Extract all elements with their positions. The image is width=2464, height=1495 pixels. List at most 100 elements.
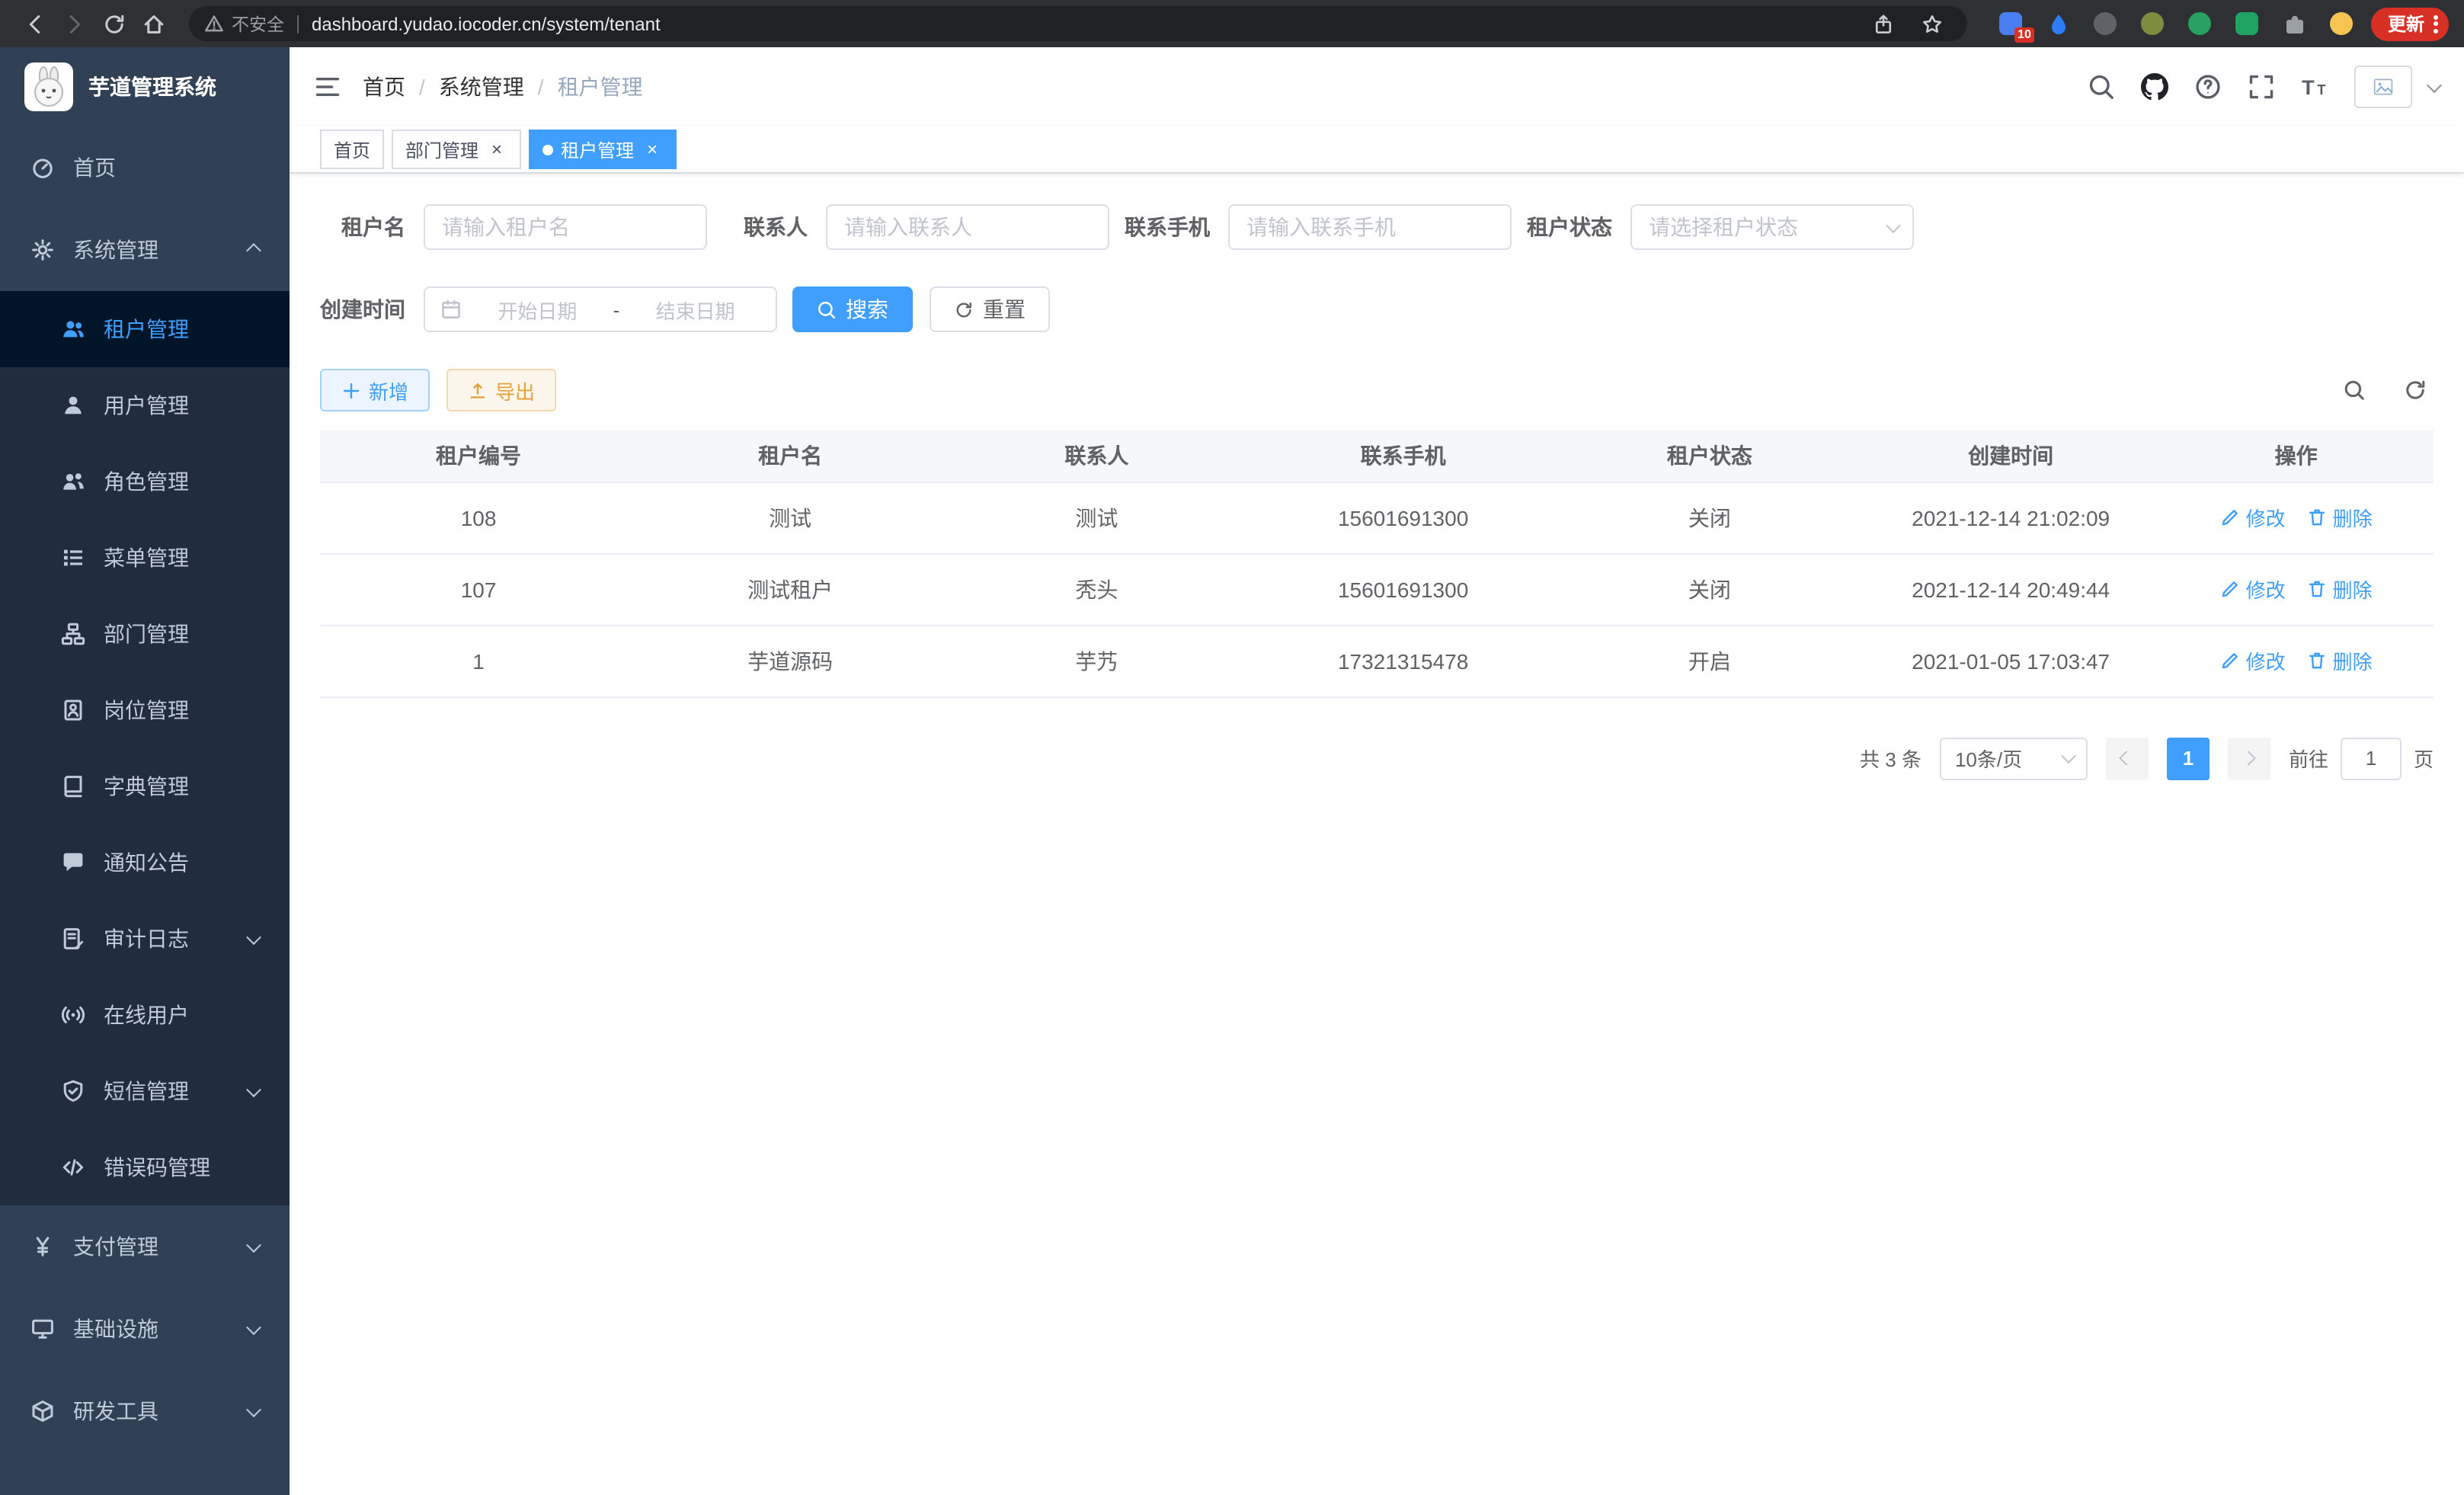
breadcrumb-item-system[interactable]: 系统管理 [439,72,524,102]
edit-link[interactable]: 修改 [2220,575,2286,603]
export-icon [468,380,488,400]
tenant-users-icon [61,317,85,341]
tenant-name-input[interactable] [424,204,707,250]
tab-tenant[interactable]: 租户管理 × [529,130,677,169]
sidebar-item-system[interactable]: 系统管理 [0,209,290,291]
github-icon[interactable] [2141,73,2168,101]
current-page-button[interactable]: 1 [2167,737,2210,780]
status-select-placeholder: 请选择租户状态 [1649,212,1888,242]
browser-profile-avatar[interactable] [2328,10,2356,37]
chevron-down-icon [246,1237,261,1252]
cell-tenant-name: 测试租户 [637,553,943,625]
avatar-caret-down-icon[interactable] [2427,77,2442,92]
sidebar-item-dept[interactable]: 部门管理 [0,596,290,672]
sidebar-item-post[interactable]: 岗位管理 [0,672,290,748]
cell-mobile: 15601691300 [1250,553,1557,625]
search-button[interactable]: 搜索 [792,287,913,332]
page-size-select[interactable]: 10条/页 [1940,737,2088,780]
sidebar-item-infra[interactable]: 基础设施 [0,1288,290,1370]
sidebar-item-sms[interactable]: 短信管理 [0,1053,290,1129]
sidebar-item-role[interactable]: 角色管理 [0,443,290,520]
refresh-table-icon[interactable] [2397,372,2434,408]
browser-forward-icon[interactable] [55,4,94,43]
tab-dept[interactable]: 部门管理 × [392,130,521,169]
sidebar-item-home[interactable]: 首页 [0,126,290,209]
sidebar-item-pay[interactable]: 支付管理 [0,1205,290,1288]
sidebar-item-online[interactable]: 在线用户 [0,977,290,1053]
sidebar-item-audit[interactable]: 审计日志 [0,901,290,977]
edit-pencil-icon [2220,507,2240,527]
filter-create-time: 创建时间 开始日期 - 结束日期 [320,287,777,332]
filter-mobile: 联系手机 [1125,204,1512,250]
shield-check-icon [61,1079,85,1103]
add-button[interactable]: 新增 [320,369,430,411]
contact-input[interactable] [826,204,1109,250]
share-icon[interactable] [1864,4,1903,43]
extension-icon-drop[interactable] [2045,10,2072,37]
browser-menu-kebab-icon [2434,12,2438,35]
tab-home[interactable]: 首页 [320,130,384,169]
delete-link[interactable]: 删除 [2307,575,2373,603]
gear-icon [30,238,55,262]
sidebar-item-tenant[interactable]: 租户管理 [0,291,290,367]
chevron-down-icon [246,1401,261,1417]
extension-icon-green-square[interactable] [2234,10,2261,37]
next-page-button[interactable] [2228,737,2270,780]
cell-mobile: 17321315478 [1250,625,1557,696]
tenant-table: 租户编号 租户名 联系人 联系手机 租户状态 创建时间 操作 108 测试 [320,430,2434,697]
browser-update-button[interactable]: 更新 [2371,7,2449,40]
chevron-down-icon [246,1319,261,1334]
export-button[interactable]: 导出 [446,369,556,411]
user-avatar[interactable] [2354,66,2412,108]
extensions-puzzle-icon[interactable] [2281,10,2309,37]
sidebar-item-label: 短信管理 [104,1076,189,1106]
close-icon[interactable]: × [486,139,507,160]
column-header-contact: 联系人 [943,430,1250,482]
app-logo[interactable]: 芋道管理系统 [0,47,290,126]
monitor-icon [30,1317,55,1341]
extension-icon-green-circle[interactable] [2187,10,2214,37]
sidebar-item-menu[interactable]: 菜单管理 [0,520,290,596]
help-icon[interactable] [2194,73,2222,101]
browser-home-icon[interactable] [134,4,174,43]
close-icon[interactable]: × [642,139,663,160]
prev-page-button[interactable] [2106,737,2149,780]
search-icon[interactable] [2088,73,2115,101]
cube-icon [30,1399,55,1423]
sidebar-item-notice[interactable]: 通知公告 [0,824,290,901]
fullscreen-icon[interactable] [2248,73,2275,101]
cell-status: 开启 [1557,625,1863,696]
goto-page-input[interactable] [2341,737,2402,780]
delete-link[interactable]: 删除 [2307,503,2373,532]
sidebar-item-user[interactable]: 用户管理 [0,367,290,443]
browser-back-icon[interactable] [15,4,55,43]
create-time-range-picker[interactable]: 开始日期 - 结束日期 [424,287,777,332]
search-icon [817,299,837,319]
omnibox-divider [296,14,298,33]
trash-icon [2307,579,2327,599]
sidebar-item-errorcode[interactable]: 错误码管理 [0,1129,290,1205]
edit-link[interactable]: 修改 [2220,503,2286,532]
sidebar-item-label: 系统管理 [73,235,158,265]
address-bar[interactable]: 不安全 dashboard.yudao.iocoder.cn/system/te… [189,6,1967,41]
breadcrumb-item-home[interactable]: 首页 [363,72,405,102]
reset-button[interactable]: 重置 [930,287,1050,332]
edit-link[interactable]: 修改 [2220,646,2286,675]
delete-link[interactable]: 删除 [2307,646,2373,675]
browser-reload-icon[interactable] [94,4,134,43]
sidebar-item-dict[interactable]: 字典管理 [0,748,290,824]
hamburger-icon[interactable] [314,73,341,101]
extension-icon-adblock[interactable]: 10 [1998,10,2025,37]
extension-icon-olive[interactable] [2139,10,2167,37]
sidebar-item-label: 字典管理 [104,771,189,802]
column-header-mobile: 联系手机 [1250,430,1557,482]
chevron-down-icon [1886,217,1901,232]
font-size-icon[interactable]: TT [2301,73,2328,101]
toggle-search-icon[interactable] [2336,372,2373,408]
bookmark-star-icon[interactable] [1912,4,1952,43]
status-select[interactable]: 请选择租户状态 [1630,204,1914,250]
sidebar-item-devtools[interactable]: 研发工具 [0,1370,290,1452]
pagination: 共 3 条 10条/页 1 前往 页 [320,737,2434,780]
extension-icon-globe[interactable] [2092,10,2120,37]
mobile-input[interactable] [1228,204,1512,250]
